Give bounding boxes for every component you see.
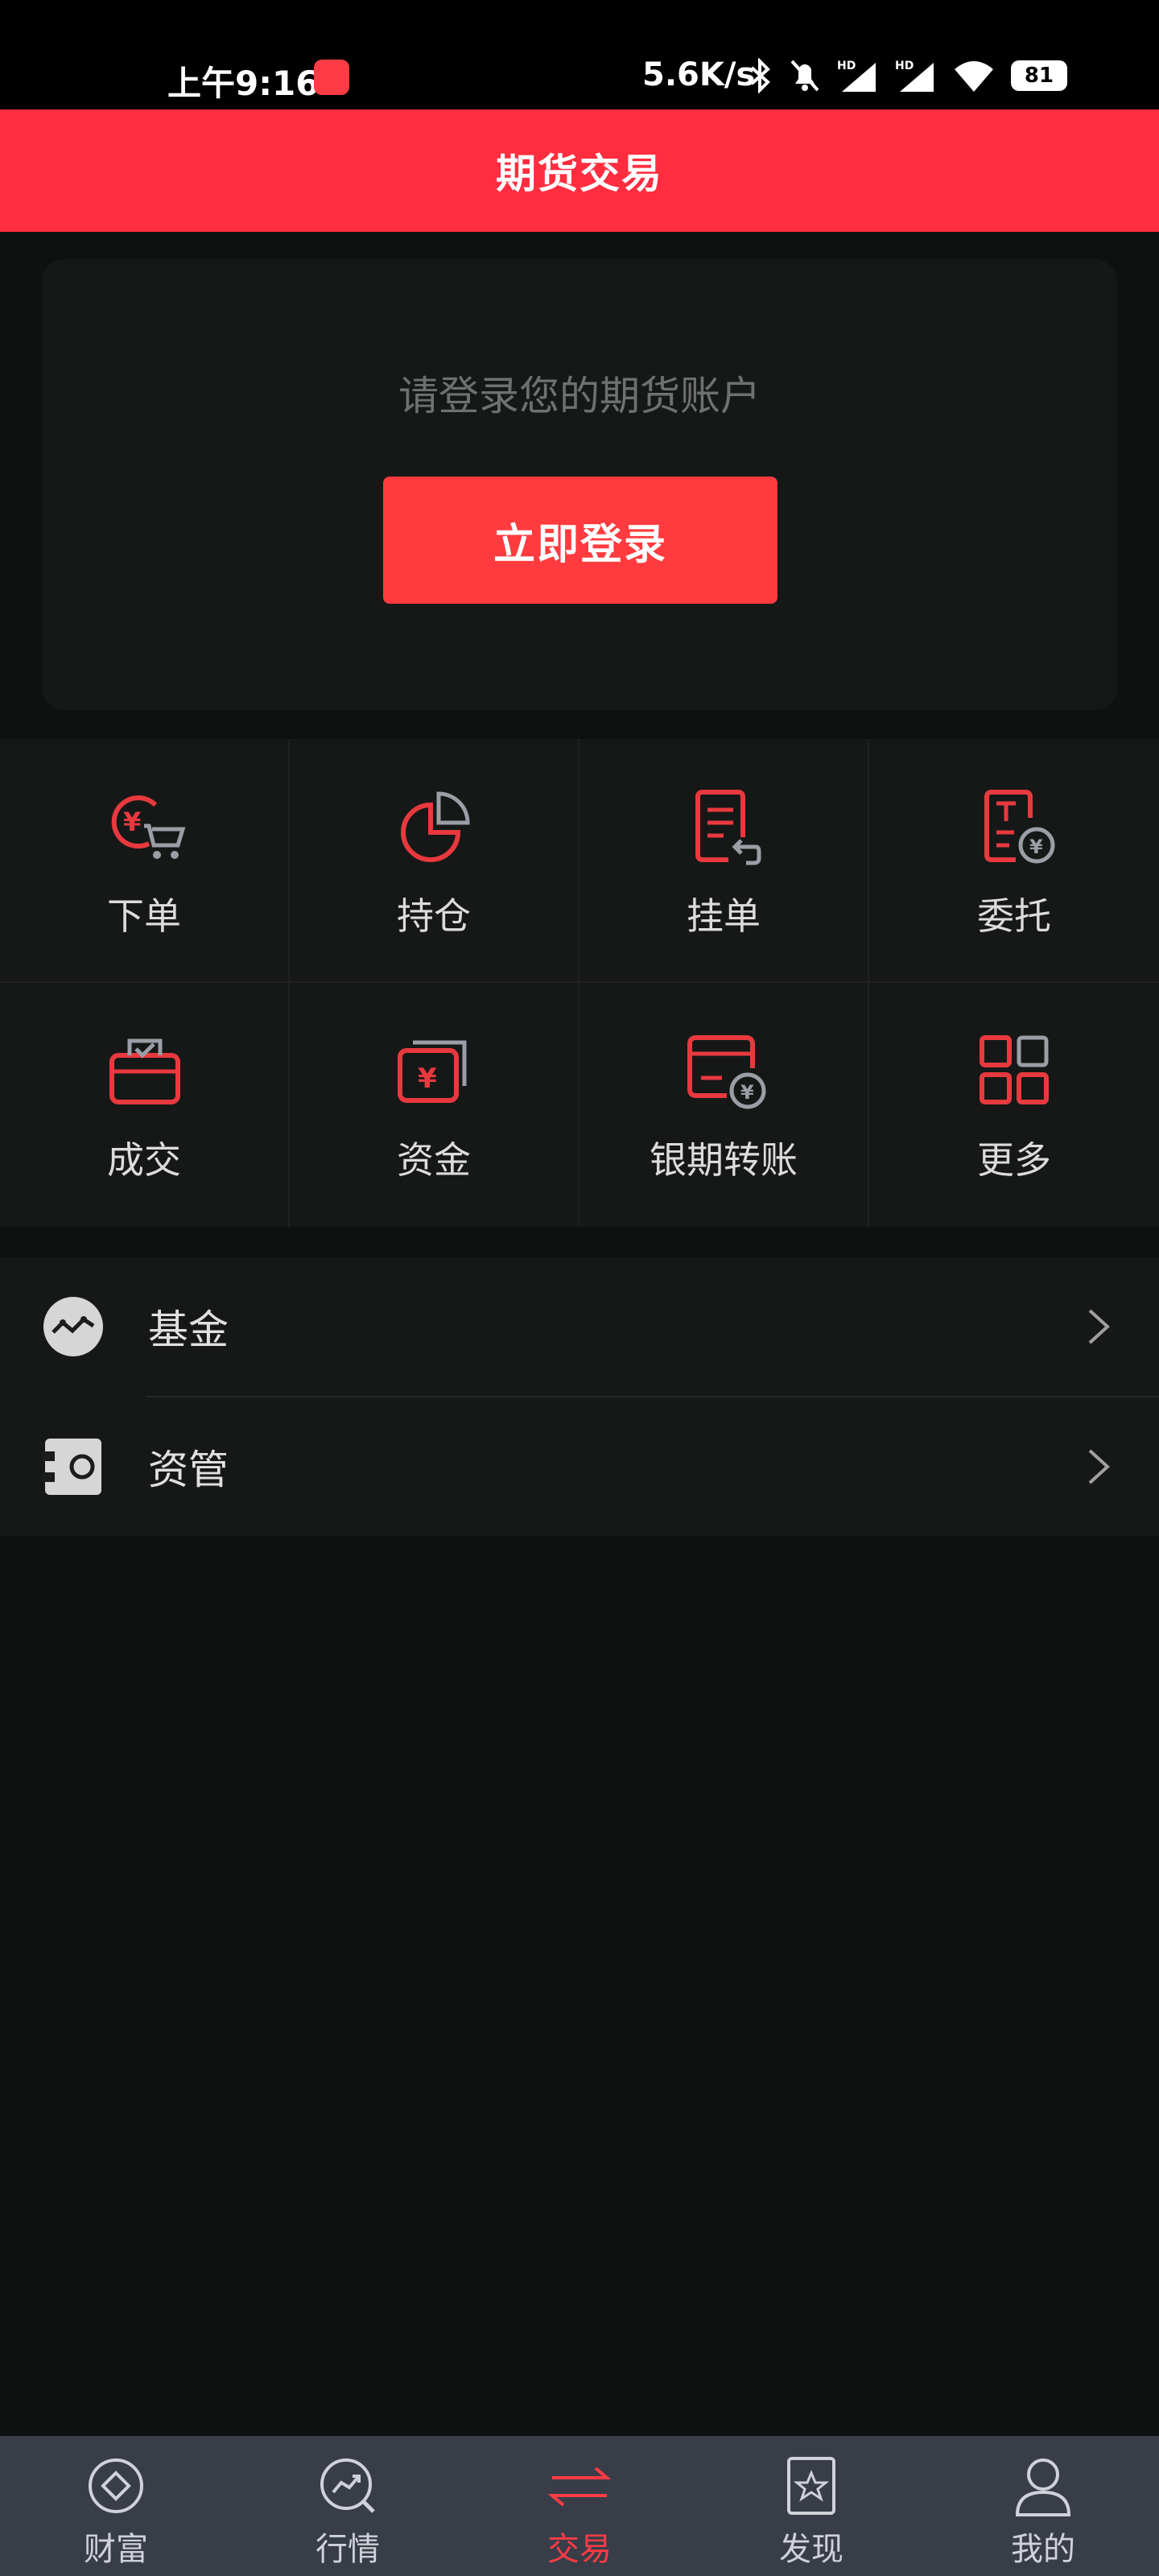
grid-item-bank-transfer[interactable]: ¥ 银期转账 [580, 983, 869, 1227]
funds-icon: ¥ [389, 1025, 479, 1115]
deal-bag-icon [99, 1025, 189, 1115]
list-item-fund[interactable]: 基金 [0, 1257, 1159, 1396]
nav-item-discover[interactable]: 发现 [695, 2436, 927, 2576]
grid-item-pending-order[interactable]: 挂单 [580, 739, 869, 983]
chevron-right-icon [1088, 1309, 1110, 1344]
status-bar: 上午9:16 5.6K/s HD HD 81 [0, 0, 1159, 109]
nav-item-profile[interactable]: 我的 [927, 2436, 1159, 2576]
status-icons: HD HD 81 [749, 58, 1067, 93]
nav-item-market[interactable]: 行情 [232, 2436, 464, 2576]
grid-item-label: 委托 [977, 894, 1051, 938]
signal-icon: HD [837, 60, 876, 92]
nav-label: 交易 [547, 2531, 612, 2568]
list-item-label: 基金 [148, 1307, 229, 1353]
app-notification-icon [314, 60, 349, 95]
market-icon [320, 2458, 375, 2513]
pending-order-icon [678, 781, 769, 871]
nav-item-wealth[interactable]: 财富 [0, 2436, 232, 2576]
page-title: 期货交易 [496, 151, 663, 197]
profile-icon [1015, 2458, 1071, 2516]
list-item-asset-management[interactable]: 资管 [0, 1397, 1159, 1536]
fund-icon [43, 1297, 103, 1356]
nav-label: 我的 [1011, 2531, 1075, 2568]
mute-bell-icon [790, 60, 819, 92]
login-card: 请登录您的期货账户 立即登录 [42, 259, 1117, 710]
grid-item-label: 更多 [977, 1138, 1051, 1182]
grid-item-position[interactable]: 持仓 [290, 739, 580, 983]
svg-text:¥: ¥ [418, 1063, 437, 1095]
grid-item-label: 持仓 [397, 894, 471, 938]
grid-item-order[interactable]: ¥ 下单 [0, 739, 290, 983]
login-prompt: 请登录您的期货账户 [398, 373, 761, 419]
nav-label: 发现 [779, 2531, 843, 2568]
trade-icon [547, 2467, 612, 2507]
nav-label: 行情 [316, 2531, 380, 2568]
wealth-icon [89, 2458, 143, 2513]
signal-icon-2: HD [895, 60, 934, 92]
grid-item-label: 资金 [397, 1138, 471, 1182]
network-speed: 5.6K/s [642, 56, 756, 93]
position-pie-icon [389, 781, 479, 871]
chevron-right-icon [1088, 1449, 1110, 1484]
commission-icon: ¥ [969, 781, 1059, 871]
page-header: 期货交易 [0, 109, 1159, 232]
svg-text:¥: ¥ [123, 807, 141, 837]
svg-text:¥: ¥ [1029, 836, 1043, 858]
grid-item-more[interactable]: 更多 [869, 983, 1159, 1227]
grid-item-label: 挂单 [687, 894, 761, 938]
svg-text:HD: HD [895, 60, 914, 72]
discover-icon [787, 2457, 835, 2515]
grid-item-commission[interactable]: ¥ 委托 [869, 739, 1159, 983]
order-cart-icon: ¥ [99, 781, 189, 871]
battery-level: 81 [1011, 60, 1067, 91]
bank-transfer-icon: ¥ [678, 1025, 769, 1115]
grid-item-funds[interactable]: ¥ 资金 [290, 983, 580, 1227]
asset-management-icon [42, 1439, 101, 1495]
grid-item-label: 下单 [107, 894, 181, 938]
status-time: 上午9:16 [167, 64, 320, 103]
svg-text:¥: ¥ [740, 1081, 754, 1104]
login-button[interactable]: 立即登录 [383, 477, 777, 604]
grid-item-label: 成交 [107, 1138, 181, 1182]
more-grid-icon [969, 1025, 1059, 1115]
svg-text:HD: HD [837, 60, 856, 72]
nav-item-trade[interactable]: 交易 [464, 2436, 695, 2576]
nav-label: 财富 [84, 2531, 148, 2568]
wifi-icon [955, 61, 993, 92]
service-list: 基金 资管 [0, 1257, 1159, 1536]
grid-item-deal[interactable]: 成交 [0, 983, 290, 1227]
grid-item-label: 银期转账 [650, 1138, 798, 1182]
function-grid: ¥ 下单 持仓 挂单 ¥ 委托 成交 ¥ 资金 ¥ 银期转账 更多 [0, 739, 1159, 1227]
bluetooth-icon [750, 58, 770, 93]
bottom-nav: 财富 行情 交易 发现 我的 [0, 2436, 1159, 2576]
list-item-label: 资管 [148, 1447, 229, 1493]
